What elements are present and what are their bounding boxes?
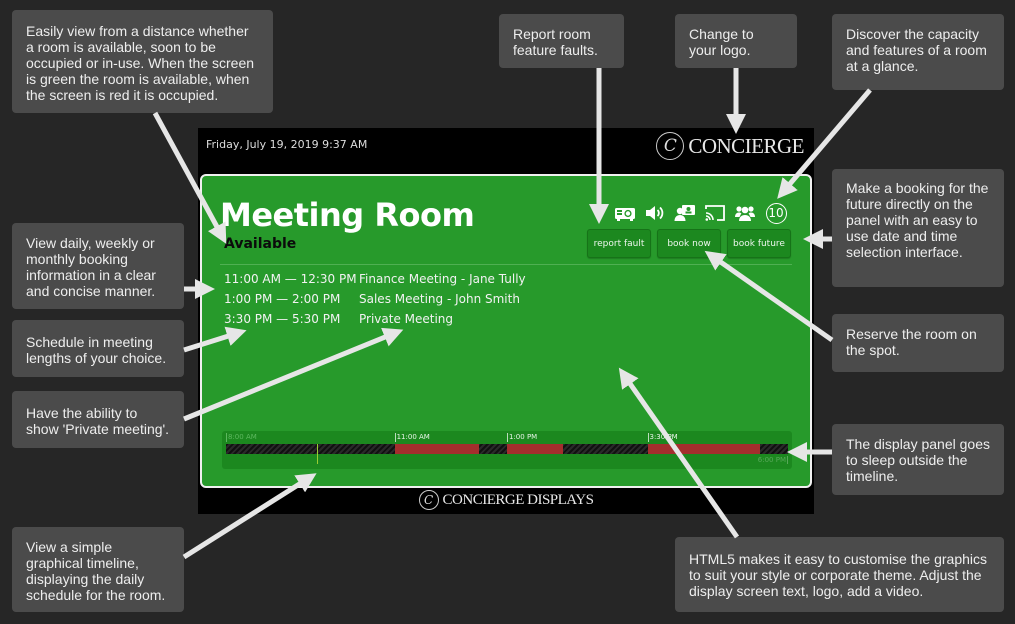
room-status-screen: Meeting Room Available 10 report fault b… bbox=[200, 174, 812, 488]
booking-time: 3:30 PM — 5:30 PM bbox=[224, 312, 341, 326]
date-time: Friday, July 19, 2019 9:37 AM bbox=[206, 138, 368, 151]
video-conference-icon bbox=[674, 203, 696, 223]
callout-meeting-lengths: Schedule in meeting lengths of your choi… bbox=[12, 320, 184, 377]
timeline-bar bbox=[226, 444, 788, 454]
room-name: Meeting Room bbox=[220, 196, 475, 234]
callout-logo: Change to your logo. bbox=[675, 14, 797, 68]
concierge-logo: C CONCIERGE bbox=[656, 132, 804, 160]
room-status: Available bbox=[224, 236, 297, 252]
callout-sleep: The display panel goes to sleep outside … bbox=[832, 424, 1004, 495]
projector-icon bbox=[614, 203, 636, 223]
timeline-tick-label: 3:30 PM bbox=[647, 433, 678, 442]
booking-time: 11:00 AM — 12:30 PM bbox=[224, 272, 357, 286]
booking-row[interactable]: 11:00 AM — 12:30 PM Finance Meeting - Ja… bbox=[224, 272, 526, 286]
callout-html5: HTML5 makes it easy to customise the gra… bbox=[675, 537, 1004, 612]
capacity-count: 10 bbox=[765, 202, 787, 224]
divider bbox=[220, 264, 792, 265]
screen-cast-icon bbox=[704, 203, 726, 223]
booking-title: Finance Meeting - Jane Tully bbox=[359, 272, 526, 286]
speaker-icon bbox=[644, 203, 666, 223]
callout-book-future: Make a booking for the future directly o… bbox=[832, 169, 1004, 287]
timeline-booked-block bbox=[394, 444, 479, 454]
footer-logo-text: CONCIERGE DISPLAYS bbox=[442, 491, 594, 508]
timeline-start-label: 8:00 AM bbox=[226, 433, 257, 442]
logo-text: CONCIERGE bbox=[688, 133, 804, 158]
timeline-booked-block bbox=[647, 444, 760, 454]
callout-report-fault: Report room feature faults. bbox=[499, 14, 624, 68]
book-future-button[interactable]: book future bbox=[727, 229, 791, 258]
timeline-now-marker bbox=[316, 444, 318, 464]
timeline-booked-block bbox=[507, 444, 564, 454]
callout-book-now: Reserve the room on the spot. bbox=[832, 314, 1004, 372]
report-fault-button[interactable]: report fault bbox=[587, 229, 651, 258]
book-now-button[interactable]: book now bbox=[657, 229, 721, 258]
booking-title: Private Meeting bbox=[359, 312, 454, 326]
booking-time: 1:00 PM — 2:00 PM bbox=[224, 292, 341, 306]
booking-row[interactable]: 3:30 PM — 5:30 PM Private Meeting bbox=[224, 312, 453, 326]
room-display-panel: Friday, July 19, 2019 9:37 AM C CONCIERG… bbox=[198, 128, 814, 514]
group-icon bbox=[734, 203, 756, 223]
capacity-badge: 10 bbox=[764, 202, 788, 224]
callout-capacity: Discover the capacity and features of a … bbox=[832, 14, 1004, 90]
concierge-displays-logo: C CONCIERGE DISPLAYS bbox=[198, 490, 814, 510]
callout-availability: Easily view from a distance whether a ro… bbox=[12, 10, 273, 113]
callout-booking-info: View daily, weekly or monthly booking in… bbox=[12, 223, 184, 309]
timeline-tick-label: 11:00 AM bbox=[394, 433, 430, 442]
booking-row[interactable]: 1:00 PM — 2:00 PM Sales Meeting - John S… bbox=[224, 292, 520, 306]
room-features: 10 bbox=[614, 202, 788, 224]
timeline-end-label: 6:00 PM bbox=[757, 456, 788, 464]
daily-timeline: 8:00 AM 6:00 PM 11:00 AM 1:00 PM 3:30 PM bbox=[222, 431, 792, 469]
booking-title: Sales Meeting - John Smith bbox=[359, 292, 520, 306]
callout-private-meeting: Have the ability to show 'Private meetin… bbox=[12, 391, 184, 448]
callout-timeline: View a simple graphical timeline, displa… bbox=[12, 527, 184, 612]
timeline-tick-label: 1:00 PM bbox=[507, 433, 538, 442]
logo-emblem-icon: C bbox=[656, 132, 685, 160]
logo-emblem-icon: C bbox=[418, 490, 439, 510]
